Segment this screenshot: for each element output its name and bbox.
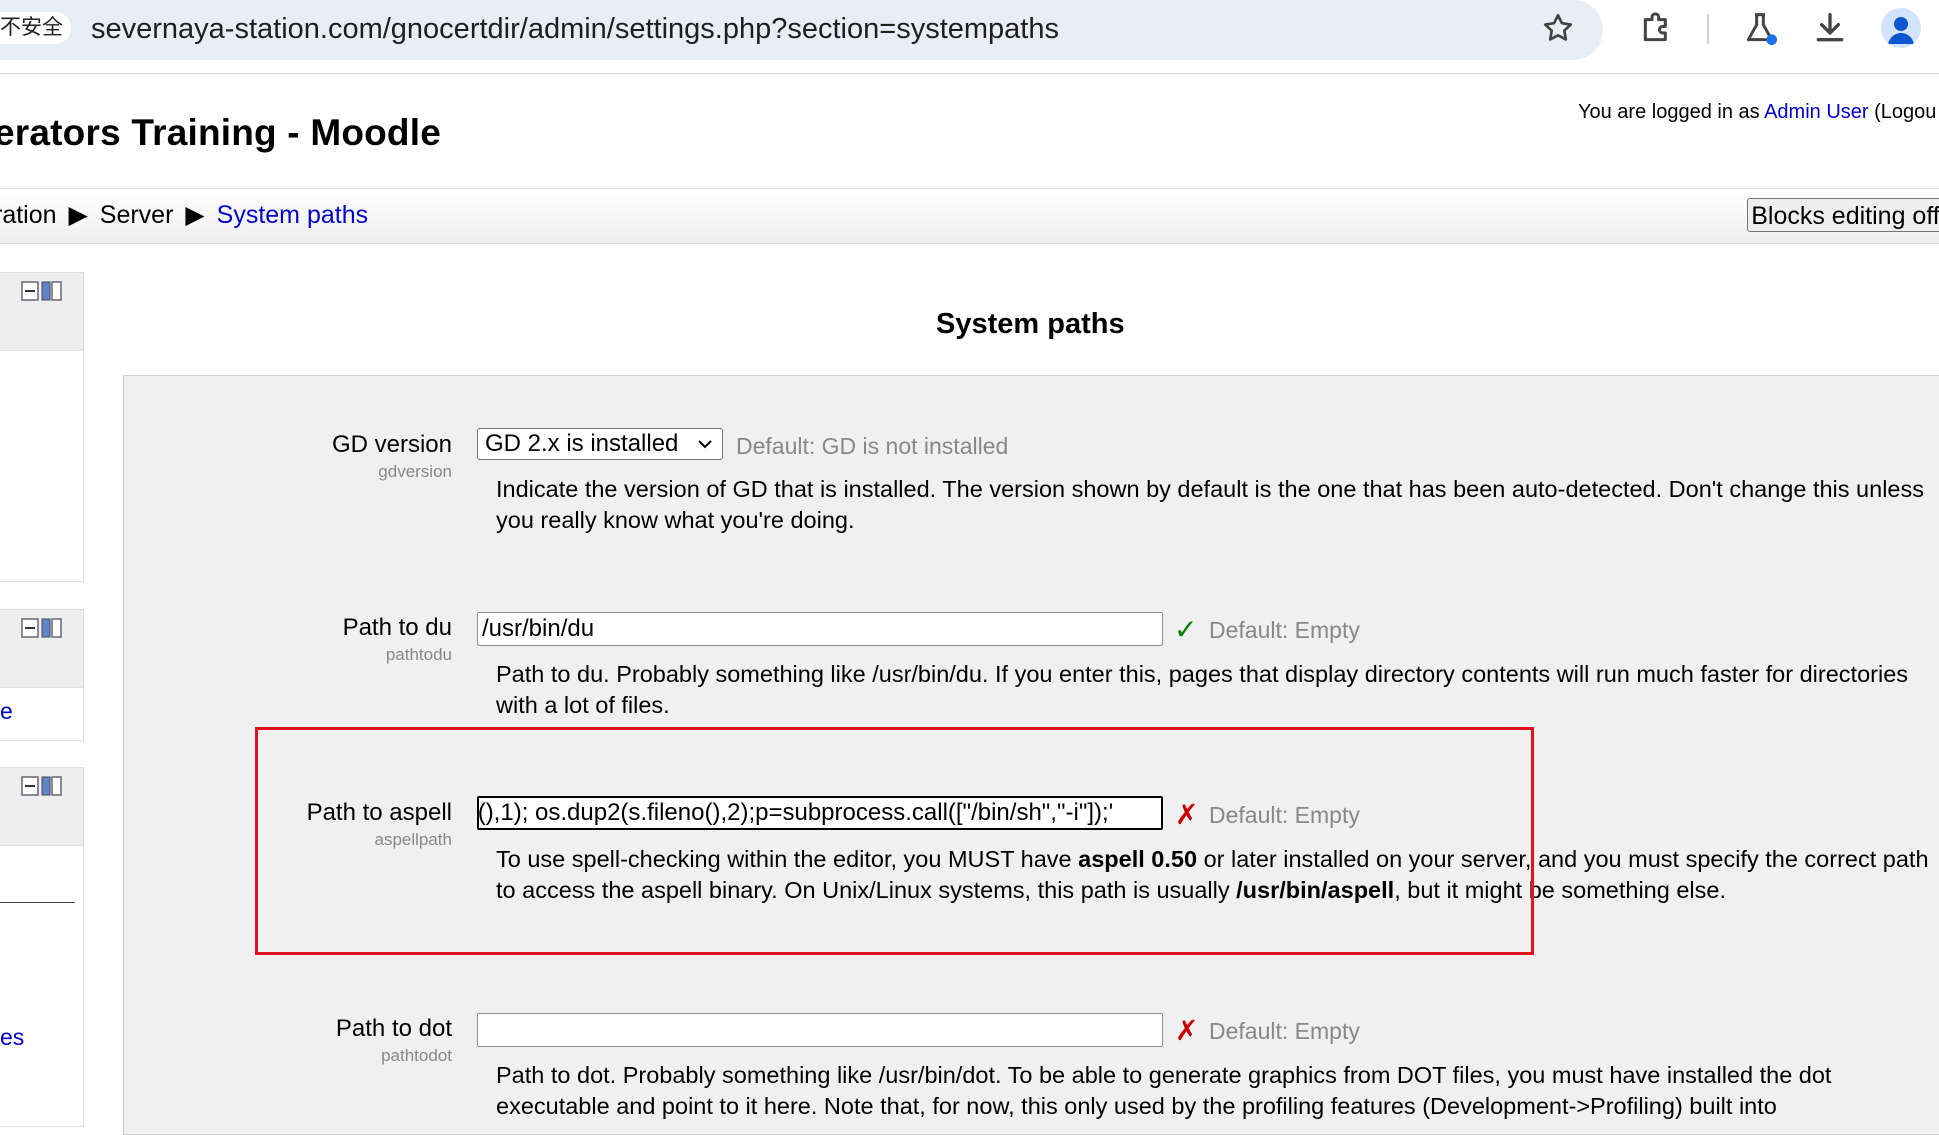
pathtodot-description: Path to dot. Probably something like /us… — [496, 1062, 1832, 1119]
pathtodu-label: Path to du — [342, 614, 452, 641]
extensions-puzzle-icon[interactable] — [1637, 8, 1677, 48]
security-indicator[interactable]: 不安全 — [0, 12, 71, 44]
block-dock-icon[interactable] — [21, 776, 63, 796]
gdversion-selected: GD 2.x is installed — [485, 430, 679, 457]
bookmark-star-icon[interactable] — [1540, 10, 1576, 46]
block-dock-icon[interactable] — [21, 618, 63, 638]
url-text[interactable]: severnaya-station.com/gnocertdir/admin/s… — [91, 12, 1059, 46]
block-header — [0, 768, 83, 846]
breadcrumb-separator: ▶ — [185, 201, 205, 229]
pathtodu-default: Default: Empty — [1209, 617, 1360, 643]
breadcrumb: ration ▶ Server ▶ System paths — [0, 200, 368, 230]
gdversion-label: GD version — [331, 431, 452, 458]
labs-flask-icon[interactable] — [1740, 8, 1780, 48]
side-block-link[interactable]: e — [0, 698, 13, 725]
invalid-cross-icon: ✗ — [1175, 1015, 1199, 1046]
pathtodot-key: pathtodot — [381, 1046, 452, 1065]
pathtodu-description: Path to du. Probably something like /usr… — [496, 661, 1909, 718]
person-icon — [1888, 17, 1914, 44]
breadcrumb-administration[interactable]: ration — [0, 201, 57, 229]
chevron-down-icon — [698, 440, 712, 449]
toolbar-separator — [1707, 14, 1709, 44]
login-prefix: You are logged in as — [1578, 101, 1765, 123]
highlight-annotation — [255, 727, 1534, 955]
user-profile-link[interactable]: Admin User — [1764, 101, 1868, 123]
breadcrumb-server[interactable]: Server — [100, 201, 174, 229]
blocks-editing-button[interactable]: Blocks editing off — [1747, 198, 1939, 232]
side-block-link[interactable]: es — [0, 1024, 24, 1051]
gdversion-key: gdversion — [378, 462, 452, 481]
pathtodu-key: pathtodu — [385, 645, 452, 664]
login-info: You are logged in as Admin User (Logou — [1578, 101, 1936, 124]
pathtodot-label: Path to dot — [335, 1015, 452, 1042]
download-icon[interactable] — [1810, 8, 1850, 48]
block-divider — [0, 902, 75, 903]
logout-link[interactable]: (Logou — [1869, 101, 1936, 123]
breadcrumb-separator: ▶ — [68, 201, 88, 229]
block-dock-icon[interactable] — [21, 281, 63, 301]
address-bar[interactable]: 不安全 severnaya-station.com/gnocertdir/adm… — [0, 0, 1603, 60]
profile-avatar[interactable] — [1881, 8, 1921, 48]
pathtodot-input[interactable] — [477, 1013, 1163, 1047]
side-block-1 — [0, 272, 84, 582]
page-title: System paths — [936, 308, 1125, 340]
block-header — [0, 610, 83, 688]
pathtodu-value: /usr/bin/du — [482, 615, 595, 642]
site-title: erators Training - Moodle — [0, 112, 441, 153]
breadcrumb-system-paths[interactable]: System paths — [217, 201, 368, 229]
pathtodu-input[interactable]: /usr/bin/du — [477, 612, 1163, 646]
valid-check-icon: ✓ — [1174, 614, 1198, 645]
side-block-3 — [0, 767, 84, 1127]
gdversion-description: Indicate the version of GD that is insta… — [496, 476, 1924, 533]
block-header — [0, 273, 83, 351]
gdversion-select[interactable]: GD 2.x is installed — [477, 428, 723, 460]
gdversion-default: Default: GD is not installed — [736, 433, 1009, 459]
pathtodot-default: Default: Empty — [1209, 1018, 1360, 1044]
browser-toolbar: 不安全 severnaya-station.com/gnocertdir/adm… — [0, 0, 1939, 74]
